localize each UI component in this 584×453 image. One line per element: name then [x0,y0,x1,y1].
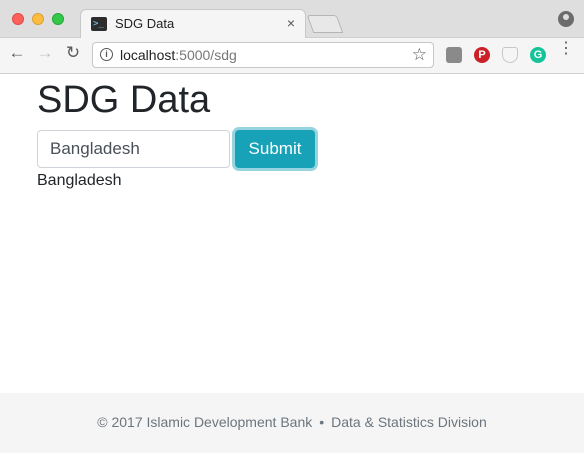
page-title: SDG Data [37,79,211,121]
close-tab-icon[interactable]: × [287,15,295,31]
footer-copyright: © 2017 Islamic Development Bank [97,414,313,430]
footer-division: Data & Statistics Division [331,414,487,430]
page-footer: © 2017 Islamic Development Bank • Data & S… [0,393,584,453]
grammarly-icon[interactable]: G [530,47,546,63]
pinterest-icon[interactable]: P [474,47,490,63]
minimize-window-button[interactable] [32,13,44,25]
url-text[interactable]: localhost:5000/sdg [120,47,237,63]
page-content: SDG Data Submit Bangladesh [0,74,584,393]
country-input[interactable] [37,130,230,168]
submit-button[interactable]: Submit [235,130,315,168]
terminal-favicon-icon: >_ [91,17,107,31]
footer-separator: • [319,414,325,430]
browser-menu-icon[interactable]: ⋮ [558,41,574,57]
maximize-window-button[interactable] [52,13,64,25]
url-path: :5000/sdg [175,47,237,63]
close-window-button[interactable] [12,13,24,25]
tab-title: SDG Data [115,16,175,31]
forward-arrow-icon[interactable]: → [34,43,56,63]
profile-icon[interactable] [558,11,574,27]
reload-icon[interactable]: ↻ [62,43,84,63]
bookmark-star-icon[interactable]: ☆ [412,45,427,65]
result-text: Bangladesh [37,172,122,189]
url-host: localhost [120,47,176,63]
back-arrow-icon[interactable]: ← [6,43,28,63]
browser-tab[interactable]: >_ SDG Data × [80,9,306,39]
footer-text: © 2017 Islamic Development Bank • Data & S… [0,414,584,430]
square-extension-icon[interactable] [446,47,462,63]
shield-extension-icon[interactable] [502,47,518,63]
browser-title-bar: >_ SDG Data × [0,0,584,39]
browser-toolbar: ← → ↻ i localhost:5000/sdg ☆ P G ⋮ [0,38,584,74]
new-tab-button[interactable] [306,15,344,33]
info-icon[interactable]: i [100,48,113,61]
address-bar[interactable]: i localhost:5000/sdg ☆ [92,42,434,68]
